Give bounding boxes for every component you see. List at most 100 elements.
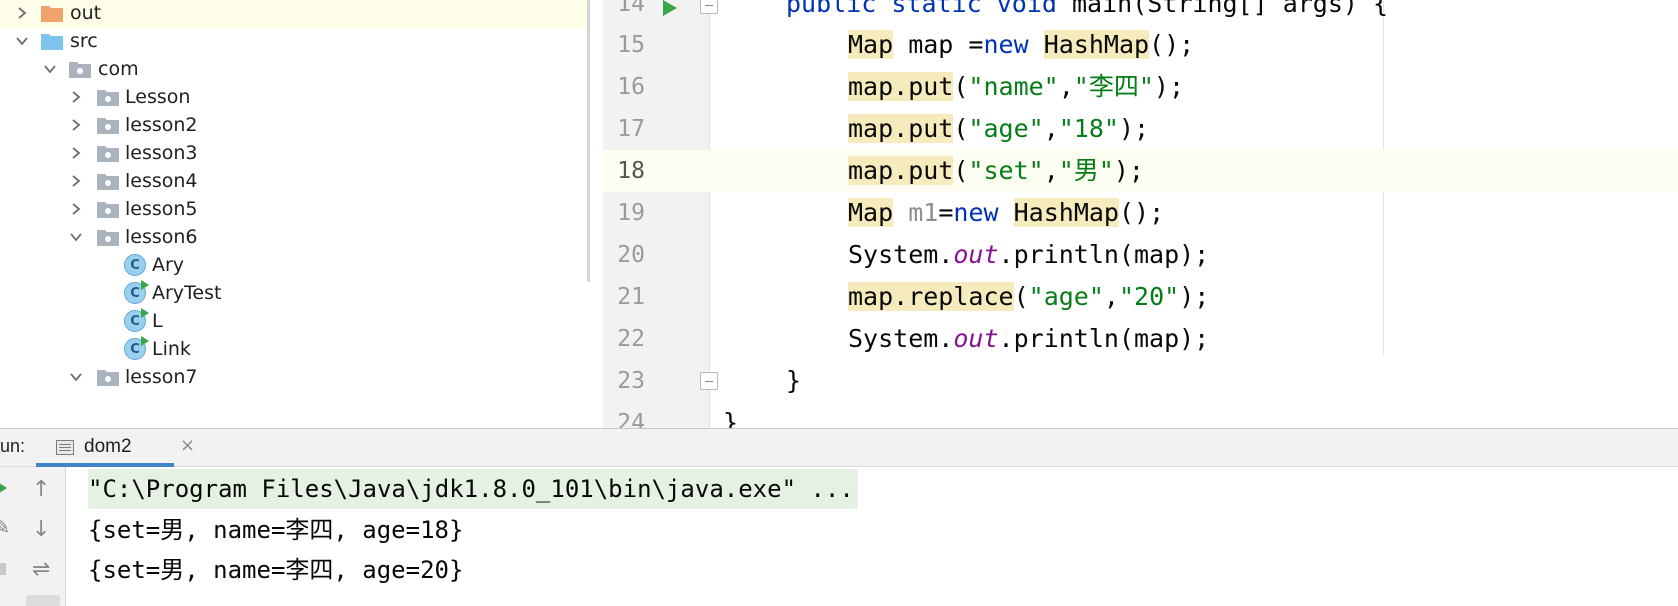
code-token: , xyxy=(1043,156,1059,185)
line-number: 15 xyxy=(617,32,645,58)
package-icon xyxy=(97,118,119,134)
code-token: ); xyxy=(1153,72,1185,101)
console-icon xyxy=(56,440,74,455)
keyword: new xyxy=(953,198,999,227)
chevron-down-icon[interactable] xyxy=(12,31,32,51)
tree-item-label: Ary xyxy=(152,254,185,276)
code-token: HashMap xyxy=(1013,198,1119,227)
chevron-right-icon[interactable] xyxy=(66,171,86,191)
string-literal: "name" xyxy=(968,72,1059,101)
scroll-to-end-icon[interactable] xyxy=(26,595,60,606)
chevron-right-icon[interactable] xyxy=(66,143,86,163)
line-number: 23 xyxy=(617,368,645,394)
code-token: Map xyxy=(848,198,894,227)
code-token: } xyxy=(723,408,739,428)
tree-item-lesson[interactable]: Lesson xyxy=(0,82,590,112)
keyword: new xyxy=(983,30,1029,59)
run-tool-window: un: dom2 × ↑ ✎ ↓ ⇌ "C:\Program Files\Jav… xyxy=(0,428,1678,606)
string-literal: "age" xyxy=(1028,282,1104,311)
string-literal: "18" xyxy=(1058,114,1119,143)
code-line: 24 } xyxy=(603,402,1678,428)
chevron-down-icon[interactable] xyxy=(66,367,86,387)
tree-item-lesson7[interactable]: lesson7 xyxy=(0,362,590,392)
package-icon xyxy=(97,202,119,218)
tree-item-label: Link xyxy=(152,338,191,360)
down-arrow-icon[interactable]: ↓ xyxy=(32,519,50,541)
tree-item-label: lesson2 xyxy=(125,114,198,136)
package-icon xyxy=(97,370,119,386)
source-folder-icon xyxy=(41,34,63,50)
static-field: out xyxy=(953,324,999,353)
tree-item-lesson6[interactable]: lesson6 xyxy=(0,222,590,252)
runnable-class-icon: C xyxy=(124,336,149,360)
code-token: ); xyxy=(1118,114,1150,143)
soft-wrap-icon[interactable]: ⇌ xyxy=(32,559,50,581)
up-arrow-icon[interactable]: ↑ xyxy=(32,479,50,501)
tree-item-out[interactable]: out xyxy=(0,0,590,28)
code-token: map.put xyxy=(848,114,954,143)
code-line: 16 map.put("name","李四"); xyxy=(603,66,1678,108)
line-number: 24 xyxy=(617,410,645,428)
line-number: 14 xyxy=(617,0,645,17)
code-line-current: 18 map.put("set","男"); xyxy=(603,150,1678,192)
code-token: System. xyxy=(848,324,954,353)
tree-item-l[interactable]: C L xyxy=(0,306,590,336)
close-icon[interactable]: × xyxy=(180,435,195,456)
tree-item-link[interactable]: C Link xyxy=(0,334,590,364)
string-literal: "男" xyxy=(1058,156,1114,185)
code-token: HashMap xyxy=(1043,30,1150,59)
tree-item-label: src xyxy=(70,30,98,52)
tree-item-ary[interactable]: C Ary xyxy=(0,250,590,280)
runnable-class-icon: C xyxy=(124,280,149,304)
code-token: main(String[] args) { xyxy=(1071,0,1389,18)
code-token: ( xyxy=(1013,282,1029,311)
run-header: un: dom2 × xyxy=(0,429,1678,467)
code-editor[interactable]: 14 public static void main(String[] args… xyxy=(603,0,1678,428)
run-tab-dom2[interactable]: dom2 × xyxy=(36,429,195,467)
chevron-right-icon[interactable] xyxy=(66,87,86,107)
code-token: ( xyxy=(953,156,969,185)
chevron-right-icon[interactable] xyxy=(12,3,32,23)
project-tree: out src com Lesson lesson2 lesson3 lesso… xyxy=(0,0,590,428)
tree-scrollbar[interactable] xyxy=(587,0,590,282)
tree-item-lesson3[interactable]: lesson3 xyxy=(0,138,590,168)
code-token: , xyxy=(1058,72,1074,101)
folder-icon xyxy=(41,6,63,22)
tree-item-label: lesson7 xyxy=(125,366,198,388)
console-output-line: {set=男, name=李四, age=18} xyxy=(88,516,464,544)
package-icon xyxy=(97,90,119,106)
code-text: Map map =new HashMap(); xyxy=(848,24,1194,66)
code-token: map.put xyxy=(848,156,954,185)
rerun-icon[interactable] xyxy=(0,481,7,495)
code-token: (); xyxy=(1149,30,1195,59)
tree-item-lesson4[interactable]: lesson4 xyxy=(0,166,590,196)
tree-item-arytest[interactable]: C AryTest xyxy=(0,278,590,308)
console-command-line: "C:\Program Files\Java\jdk1.8.0_101\bin\… xyxy=(88,469,858,509)
wrench-icon[interactable]: ✎ xyxy=(0,517,10,539)
tree-item-lesson2[interactable]: lesson2 xyxy=(0,110,590,140)
string-literal: "age" xyxy=(968,114,1044,143)
tree-item-com[interactable]: com xyxy=(0,54,590,84)
code-token: Map xyxy=(848,30,894,59)
chevron-right-icon[interactable] xyxy=(66,115,86,135)
chevron-down-icon[interactable] xyxy=(40,59,60,79)
package-icon xyxy=(97,230,119,246)
code-token: ( xyxy=(953,114,969,143)
code-line: 20 System.out.println(map); xyxy=(603,234,1678,276)
tree-item-lesson5[interactable]: lesson5 xyxy=(0,194,590,224)
stop-icon[interactable] xyxy=(0,563,6,575)
code-token: ); xyxy=(1179,282,1210,311)
unused-variable: m1 xyxy=(908,198,939,227)
code-line: 21 map.replace("age","20"); xyxy=(603,276,1678,318)
code-token: map.replace xyxy=(848,282,1014,311)
run-toolbar: ↑ ✎ ↓ ⇌ xyxy=(0,467,66,606)
tree-item-label: lesson4 xyxy=(125,170,198,192)
line-number: 20 xyxy=(617,242,645,268)
string-literal: "20" xyxy=(1118,282,1180,311)
chevron-right-icon[interactable] xyxy=(66,199,86,219)
tree-item-src[interactable]: src xyxy=(0,26,590,56)
code-line: 15 Map map =new HashMap(); xyxy=(603,24,1678,66)
class-icon: C xyxy=(124,254,146,276)
code-token: , xyxy=(1043,114,1059,143)
chevron-down-icon[interactable] xyxy=(66,227,86,247)
